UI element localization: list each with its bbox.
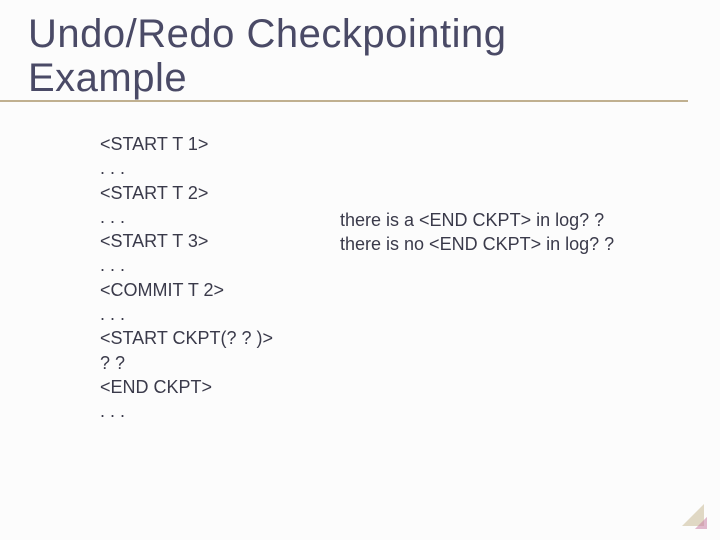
- log-line: . . .: [100, 401, 125, 421]
- log-line: . . .: [100, 255, 125, 275]
- question-column: there is a <END CKPT> in log? ? there is…: [330, 132, 614, 257]
- log-column: <START T 1> . . . <START T 2> . . . <STA…: [0, 132, 330, 424]
- page-curl-icon: [682, 504, 704, 526]
- log-line: <START T 1>: [100, 134, 208, 154]
- log-line: . . .: [100, 207, 125, 227]
- log-line: . . .: [100, 304, 125, 324]
- log-line: <END CKPT>: [100, 377, 212, 397]
- log-line: ? ?: [100, 353, 125, 373]
- title-line-2: Example: [28, 56, 187, 100]
- slide-title: Undo/Redo Checkpointing Example: [0, 0, 688, 102]
- slide: Undo/Redo Checkpointing Example <START T…: [0, 0, 720, 540]
- question-line: there is no <END CKPT> in log? ?: [340, 232, 614, 256]
- log-line: <START T 3>: [100, 231, 208, 251]
- title-line-1: Undo/Redo Checkpointing: [28, 12, 506, 56]
- log-line: <START T 2>: [100, 183, 208, 203]
- slide-body: <START T 1> . . . <START T 2> . . . <STA…: [0, 102, 720, 424]
- log-line: <COMMIT T 2>: [100, 280, 224, 300]
- log-line: <START CKPT(? ? )>: [100, 328, 273, 348]
- question-line: there is a <END CKPT> in log? ?: [340, 208, 614, 232]
- log-line: . . .: [100, 158, 125, 178]
